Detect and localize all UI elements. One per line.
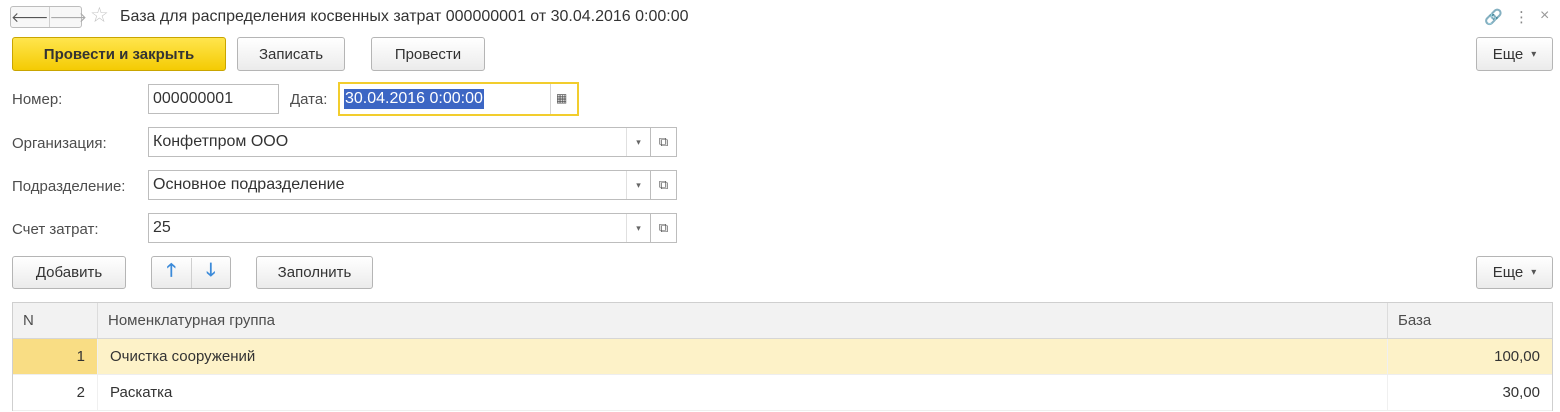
open-department-icon[interactable]: ⧉ [651, 170, 677, 200]
fill-button[interactable]: Заполнить [256, 256, 373, 289]
chevron-down-icon[interactable]: ▾ [626, 171, 650, 199]
forward-arrow-icon[interactable]: 🡒 [48, 7, 87, 27]
number-input[interactable]: 000000001 [148, 84, 279, 114]
cost-account-input[interactable]: 25 ▾ [148, 213, 651, 243]
date-value: 30.04.2016 0:00:00 [344, 89, 484, 109]
save-button[interactable]: Записать [237, 37, 345, 71]
distribution-table: N Номенклатурная группа База 1 Очистка с… [12, 302, 1553, 411]
open-cost-account-icon[interactable]: ⧉ [651, 213, 677, 243]
date-input[interactable]: 30.04.2016 0:00:00 ▦ [338, 82, 579, 116]
chevron-down-icon[interactable]: ▾ [626, 214, 650, 242]
post-button[interactable]: Провести [371, 37, 485, 71]
table-more-button-label: Еще [1492, 264, 1524, 281]
header-base[interactable]: База [1388, 303, 1552, 338]
back-arrow-icon[interactable]: 🡐 [11, 7, 49, 27]
favorite-star-icon[interactable]: ☆ [90, 4, 109, 28]
row-number: 2 [13, 375, 98, 410]
row-product-group[interactable]: Раскатка [98, 375, 1388, 410]
header-number[interactable]: N [13, 303, 98, 338]
department-label: Подразделение: [12, 178, 126, 195]
more-actions-icon[interactable]: ⋮ [1514, 8, 1529, 26]
post-and-close-button[interactable]: Провести и закрыть [12, 37, 226, 71]
chevron-down-icon: ▾ [1531, 48, 1537, 60]
more-button-label: Еще [1492, 45, 1524, 63]
row-base[interactable]: 30,00 [1388, 375, 1552, 410]
navigation-group: 🡐 🡒 [10, 6, 87, 28]
organization-label: Организация: [12, 135, 107, 152]
organization-input[interactable]: Конфетпром ООО ▾ [148, 127, 651, 157]
date-label: Дата: [290, 91, 328, 108]
cost-account-value: 25 [153, 219, 171, 236]
move-up-icon[interactable]: 🡑 [152, 257, 192, 288]
row-product-group[interactable]: Очистка сооружений [98, 339, 1388, 374]
more-button[interactable]: Еще ▾ [1476, 37, 1553, 71]
table-row[interactable]: 2 Раскатка 30,00 [13, 375, 1552, 411]
date-divider [550, 84, 551, 114]
chevron-down-icon[interactable]: ▾ [626, 128, 650, 156]
cost-account-label: Счет затрат: [12, 221, 99, 238]
chevron-down-icon: ▾ [1531, 267, 1537, 278]
calendar-icon[interactable]: ▦ [556, 91, 567, 105]
row-base[interactable]: 100,00 [1388, 339, 1552, 374]
number-label: Номер: [12, 91, 63, 108]
move-buttons-group: 🡑 🡓 [151, 256, 231, 289]
close-icon[interactable]: × [1540, 7, 1549, 25]
department-value: Основное подразделение [153, 176, 345, 193]
open-organization-icon[interactable]: ⧉ [651, 127, 677, 157]
row-number: 1 [13, 339, 98, 374]
add-row-button[interactable]: Добавить [12, 256, 126, 289]
link-icon[interactable]: 🔗 [1484, 8, 1503, 26]
table-more-button[interactable]: Еще ▾ [1476, 256, 1553, 289]
move-down-icon[interactable]: 🡓 [192, 258, 231, 288]
window-title: База для распределения косвенных затрат … [120, 8, 689, 25]
department-input[interactable]: Основное подразделение ▾ [148, 170, 651, 200]
table-row[interactable]: 1 Очистка сооружений 100,00 [13, 339, 1552, 375]
header-product-group[interactable]: Номенклатурная группа [98, 303, 1388, 338]
table-header: N Номенклатурная группа База [13, 303, 1552, 339]
organization-value: Конфетпром ООО [153, 133, 289, 150]
